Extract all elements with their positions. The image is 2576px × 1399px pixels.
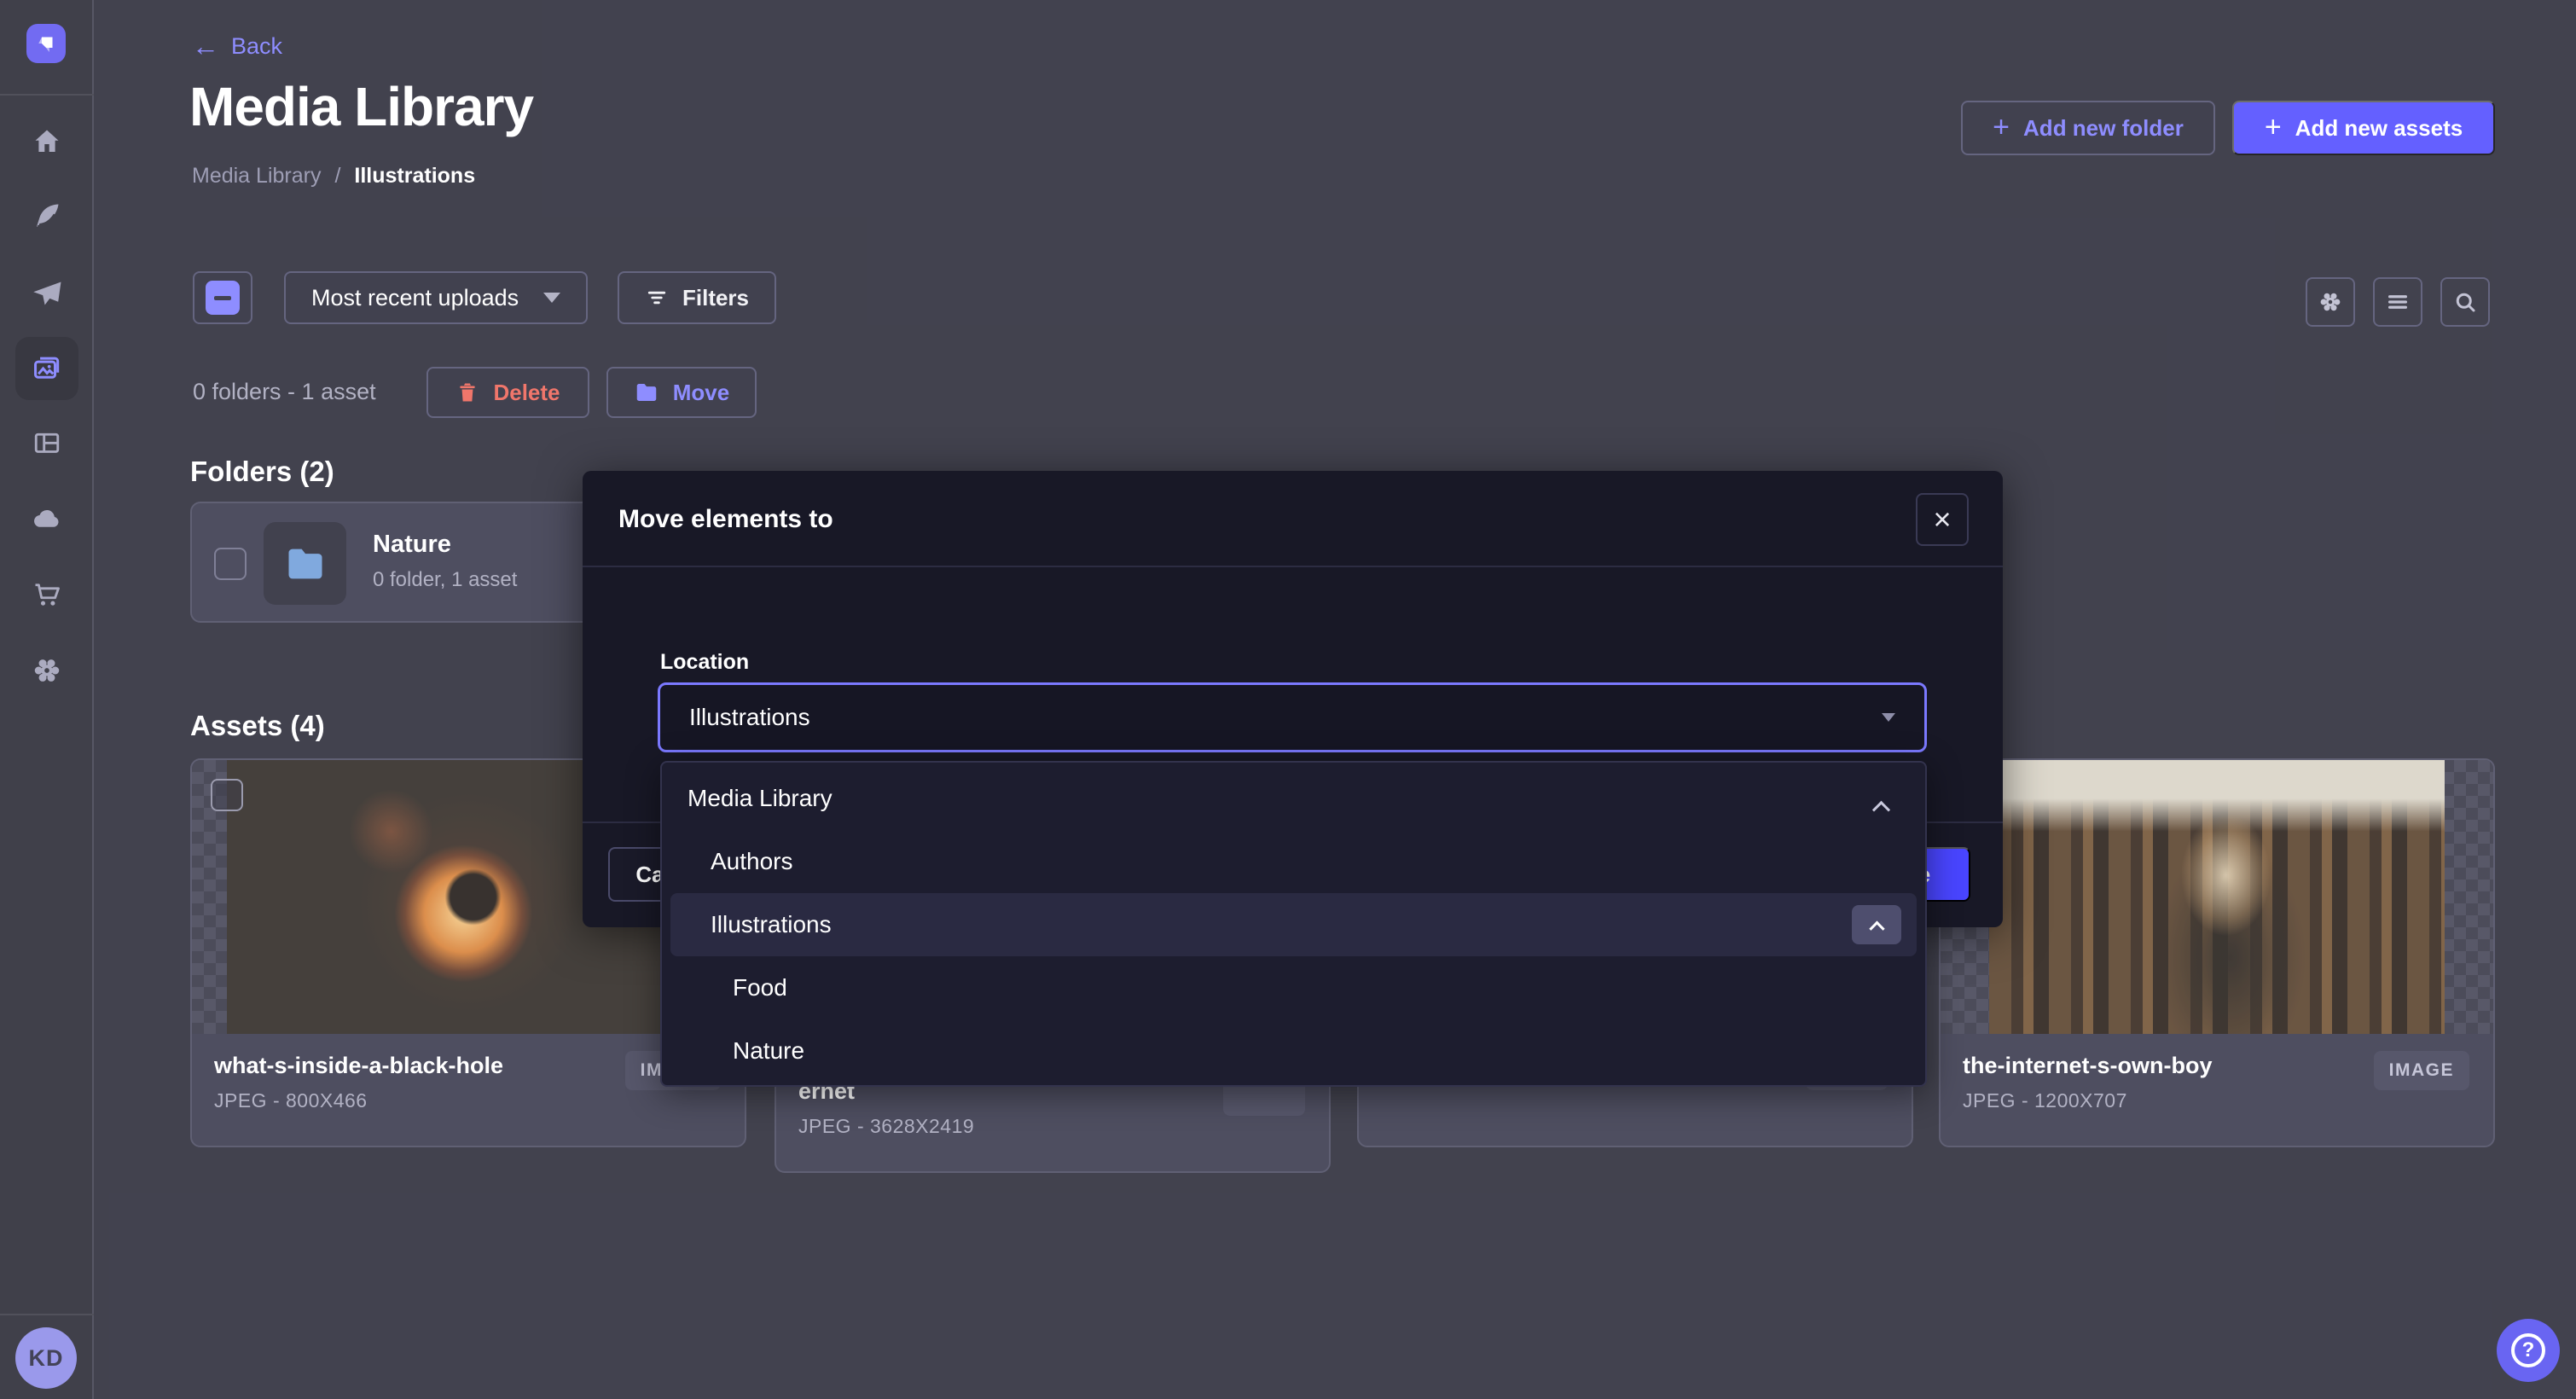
add-new-folder-button[interactable]: + Add new folder	[1961, 101, 2215, 155]
page-title: Media Library	[189, 75, 533, 138]
back-arrow-icon: ←	[192, 32, 219, 60]
folder-meta: 0 folder, 1 asset	[373, 568, 517, 592]
sidebar-item-marketplace[interactable]	[0, 567, 94, 622]
folder-icon	[283, 542, 328, 586]
dropdown-item-label: Media Library	[688, 785, 833, 812]
location-label: Location	[660, 650, 749, 675]
search-button[interactable]	[2440, 277, 2490, 327]
delete-button[interactable]: Delete	[426, 367, 589, 418]
search-icon	[2452, 289, 2478, 315]
dropdown-item-illustrations-selected[interactable]: Illustrations	[670, 893, 1917, 956]
sidebar-item-deploy[interactable]	[0, 491, 94, 546]
folder-checkbox[interactable]	[214, 548, 247, 580]
filter-icon	[645, 286, 669, 310]
dropdown-item-label: Food	[733, 974, 787, 1001]
indeterminate-checkbox	[206, 281, 240, 315]
strapi-logo-icon	[33, 31, 59, 56]
dropdown-item-label: Authors	[711, 848, 793, 875]
select-all-checkbox-button[interactable]	[193, 271, 252, 324]
add-new-assets-button[interactable]: + Add new assets	[2232, 101, 2495, 155]
collapse-children-button[interactable]	[1852, 905, 1901, 944]
asset-checkbox[interactable]	[211, 779, 243, 811]
close-icon: ×	[1933, 502, 1951, 537]
asset-meta: JPEG - 800X466	[214, 1089, 722, 1112]
cloud-icon	[32, 503, 62, 534]
feather-icon	[32, 200, 62, 231]
media-library-icon	[31, 352, 63, 385]
move-button[interactable]: Move	[606, 367, 757, 418]
gear-icon	[2318, 289, 2343, 315]
layout-icon	[32, 427, 62, 458]
help-button[interactable]: ?	[2497, 1319, 2560, 1382]
modal-title: Move elements to	[618, 505, 833, 534]
sidebar-item-settings[interactable]	[0, 643, 94, 698]
delete-label: Delete	[493, 380, 560, 406]
home-icon	[32, 126, 62, 157]
sort-select[interactable]: Most recent uploads	[284, 271, 588, 324]
list-icon	[2385, 289, 2411, 315]
asset-type-badge: IMAGE	[2374, 1051, 2469, 1090]
back-label: Back	[231, 33, 282, 60]
filters-button[interactable]: Filters	[618, 271, 776, 324]
asset-info: the-internet-s-own-boy JPEG - 1200X707 I…	[1941, 1034, 2493, 1147]
trash-icon	[455, 380, 479, 404]
chevron-up-icon	[1869, 920, 1884, 936]
move-label: Move	[673, 380, 729, 406]
plus-icon: +	[2265, 113, 2282, 142]
question-mark-icon: ?	[2511, 1333, 2545, 1367]
dropdown-item-media-library[interactable]: Media Library	[662, 767, 1925, 830]
location-value: Illustrations	[689, 704, 810, 731]
filters-label: Filters	[682, 285, 749, 311]
asset-meta: JPEG - 3628X2419	[798, 1115, 1307, 1138]
chevron-up-icon[interactable]	[1875, 792, 1888, 820]
dropdown-item-food[interactable]: Food	[662, 956, 1925, 1019]
plus-icon: +	[1993, 113, 2010, 142]
sidebar: KD	[0, 0, 94, 1399]
modal-header: Move elements to ×	[583, 471, 2003, 567]
breadcrumb-current: Illustrations	[354, 164, 475, 189]
media-library-app: KD ← Back Media Library Media Library / …	[0, 0, 2576, 1399]
dropdown-item-authors[interactable]: Authors	[662, 830, 1925, 893]
list-view-button[interactable]	[2373, 277, 2422, 327]
folder-tile	[264, 522, 346, 605]
library-photo	[1989, 760, 2445, 1034]
dropdown-item-label: Illustrations	[711, 911, 832, 938]
sidebar-item-content-manager[interactable]	[0, 189, 94, 243]
breadcrumb-separator: /	[334, 164, 340, 189]
dropdown-item-nature[interactable]: Nature	[662, 1019, 1925, 1083]
folders-heading: Folders (2)	[190, 456, 334, 488]
selection-summary: 0 folders - 1 asset	[193, 379, 376, 405]
location-combobox[interactable]: Illustrations	[658, 682, 1927, 752]
cart-icon	[32, 579, 62, 610]
app-logo[interactable]	[26, 24, 66, 63]
back-link[interactable]: ← Back	[192, 32, 282, 60]
sidebar-bottom-divider	[0, 1314, 94, 1315]
add-assets-label: Add new assets	[2295, 115, 2463, 142]
assets-heading: Assets (4)	[190, 710, 325, 742]
grid-settings-button[interactable]	[2306, 277, 2355, 327]
asset-thumbnail	[1941, 760, 2493, 1034]
paper-plane-icon	[32, 278, 62, 309]
sidebar-item-releases[interactable]	[0, 266, 94, 321]
gear-icon	[32, 655, 62, 686]
sidebar-item-media-library-active[interactable]	[15, 337, 78, 400]
breadcrumb-root[interactable]: Media Library	[192, 164, 321, 189]
location-dropdown: Media Library Authors Illustrations Food…	[660, 761, 1927, 1087]
dropdown-item-label: Nature	[733, 1037, 804, 1065]
sidebar-divider	[0, 94, 94, 96]
folder-icon	[634, 380, 659, 405]
asset-card-internets-own-boy[interactable]: the-internet-s-own-boy JPEG - 1200X707 I…	[1939, 758, 2495, 1147]
sort-value: Most recent uploads	[311, 285, 519, 311]
avatar[interactable]: KD	[15, 1327, 77, 1389]
chevron-down-icon	[1882, 713, 1895, 722]
asset-meta: JPEG - 1200X707	[1963, 1089, 2471, 1112]
modal-close-button[interactable]: ×	[1916, 493, 1969, 546]
sidebar-item-content-type-builder[interactable]	[0, 415, 94, 470]
add-folder-label: Add new folder	[2023, 115, 2184, 142]
breadcrumb: Media Library / Illustrations	[192, 164, 475, 189]
sidebar-item-home[interactable]	[0, 114, 94, 169]
folder-name: Nature	[373, 531, 451, 559]
chevron-down-icon	[543, 293, 560, 303]
